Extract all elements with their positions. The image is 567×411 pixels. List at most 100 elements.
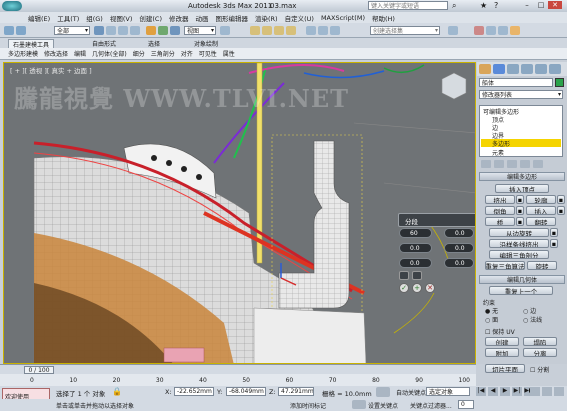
repeat-last-button[interactable]: 重复上一个 (489, 286, 553, 295)
play-icon[interactable]: ▶ (500, 387, 510, 396)
ribbon-item[interactable]: 细分 (133, 49, 145, 58)
preserve-uv-checkbox[interactable]: ☐ 保持 UV (485, 327, 515, 336)
mirror-icon[interactable] (306, 26, 316, 35)
ribbon-item[interactable]: 多边形建模 (8, 49, 38, 58)
modifier-list-dropdown[interactable]: 修改器列表 ▾ (479, 90, 563, 99)
scale-icon[interactable] (170, 26, 180, 35)
create-tab-icon[interactable] (479, 64, 491, 74)
curve-editor-icon[interactable] (448, 26, 458, 35)
key-icon[interactable] (352, 400, 366, 409)
pivot-icon[interactable] (220, 26, 230, 35)
menu-item[interactable]: 视图(V) (110, 13, 133, 23)
menu-item[interactable]: MAXScript(M) (321, 14, 365, 22)
info-icon[interactable]: ? (494, 1, 498, 10)
stack-item-polygon-selected[interactable]: 多边形 (481, 139, 561, 148)
motion-tab-icon[interactable] (521, 64, 533, 74)
time-slider-thumb[interactable]: 0 / 100 (24, 366, 54, 374)
close-icon[interactable]: ✕ (548, 1, 562, 9)
undo-icon[interactable] (4, 26, 14, 35)
constraint-face-radio[interactable]: ○ 面 (485, 315, 498, 324)
caddy-field[interactable]: 0.0 (399, 243, 432, 253)
menu-item[interactable]: 自定义(U) (285, 13, 314, 23)
help-icon[interactable]: ★ (480, 1, 487, 10)
menu-item[interactable]: 创建(C) (139, 13, 162, 23)
key-mode-icon[interactable] (376, 387, 390, 397)
make-unique-icon[interactable] (507, 160, 517, 168)
caddy-apply-icon[interactable]: + (412, 283, 422, 293)
snap-icon[interactable] (250, 26, 260, 35)
ribbon-item[interactable]: 三角剖分 (151, 49, 175, 58)
turn-button[interactable]: 旋转 (527, 261, 557, 270)
hinge-settings-icon[interactable]: ▪ (550, 228, 558, 237)
menu-item[interactable]: 帮助(H) (372, 13, 395, 23)
prev-frame-icon[interactable]: ◀ (488, 387, 498, 396)
ribbon-item[interactable]: 属性 (223, 49, 235, 58)
caddy-field[interactable]: 0.0 (444, 258, 474, 268)
ribbon-item[interactable]: 可见性 (199, 49, 217, 58)
edit-triangulation-button[interactable]: 编辑三角剖分 (489, 250, 549, 259)
create-button[interactable]: 创建 (485, 337, 519, 346)
insert-vertex-button[interactable]: 插入顶点 (495, 184, 549, 193)
redo-icon[interactable] (16, 26, 26, 35)
inset-settings-icon[interactable]: ▪ (557, 206, 565, 215)
render-icon[interactable] (510, 26, 520, 35)
rotate-icon[interactable] (158, 26, 168, 35)
rollout-edit-geometry[interactable]: 编辑几何体 (479, 275, 565, 284)
configure-sets-icon[interactable] (533, 160, 543, 168)
menu-item[interactable]: 编辑(E) (28, 13, 50, 23)
percent-snap-icon[interactable] (274, 26, 284, 35)
caddy-field[interactable]: 0.0 (444, 228, 474, 238)
reference-coord-dropdown[interactable]: 视图 ▾ (184, 26, 216, 35)
caddy-ok-icon[interactable]: ✓ (399, 283, 409, 293)
menu-item[interactable]: 工具(T) (57, 13, 79, 23)
flip-button[interactable]: 翻转 (526, 217, 556, 226)
extrude-settings-icon[interactable]: ▪ (516, 195, 524, 204)
next-frame-icon[interactable]: ▶| (512, 387, 522, 396)
retriangulate-button[interactable]: 重复三角算法 (485, 261, 525, 270)
track-bar[interactable]: 0 10 20 30 40 50 60 70 80 90 100 (0, 374, 476, 386)
caddy-cancel-icon[interactable]: ✕ (425, 283, 435, 293)
menu-item[interactable]: 组(G) (86, 13, 103, 23)
minimize-icon[interactable]: – (520, 1, 534, 9)
bevel-button[interactable]: 倒角 (485, 206, 515, 215)
y-coordinate-field[interactable]: -68.049mm (226, 387, 266, 396)
zoom-icon[interactable] (530, 387, 540, 396)
attach-button[interactable]: 附加 (485, 348, 519, 357)
caddy-field[interactable]: 0.0 (399, 258, 432, 268)
menu-item[interactable]: 渲染(R) (255, 13, 278, 23)
split-checkbox[interactable]: ☐ 分割 (530, 365, 549, 374)
caddy-option-icon[interactable] (399, 271, 409, 280)
detach-button[interactable]: 分离 (523, 348, 557, 357)
menu-item[interactable]: 动画 (196, 13, 209, 23)
key-filter-button[interactable]: 关键点过滤器... (410, 401, 452, 410)
align-icon[interactable] (318, 26, 328, 35)
extrude-along-spline-button[interactable]: 沿样条线挤出 (489, 239, 549, 248)
object-name-field[interactable]: 船体 (479, 78, 553, 87)
bridge-settings-icon[interactable]: ▪ (516, 217, 524, 226)
search-input[interactable]: 键入关键字或短语 (368, 1, 448, 10)
show-end-result-icon[interactable] (494, 160, 504, 168)
caddy-field[interactable]: 0.0 (444, 243, 474, 253)
constraint-edge-radio[interactable]: ○ 边 (523, 306, 536, 315)
slice-plane-button[interactable]: 切片平面 (485, 364, 525, 373)
selected-object-dropdown[interactable]: 选定对象 (426, 387, 470, 396)
outline-button[interactable]: 轮廓 (526, 195, 556, 204)
outline-settings-icon[interactable]: ▪ (557, 195, 565, 204)
collapse-button[interactable]: 塌陷 (523, 337, 557, 346)
display-tab-icon[interactable] (535, 64, 547, 74)
extrude-along-spline-settings-icon[interactable]: ▪ (550, 239, 558, 248)
select-object-icon[interactable] (94, 26, 104, 35)
current-frame-field[interactable]: 0 (458, 400, 474, 409)
maximize-icon[interactable]: □ (534, 1, 548, 9)
goto-start-icon[interactable]: |◀ (476, 387, 486, 396)
inset-button[interactable]: 插入 (526, 206, 556, 215)
z-coordinate-field[interactable]: 47.291mm (278, 387, 314, 396)
object-color-swatch[interactable] (555, 78, 564, 87)
move-icon[interactable] (146, 26, 156, 35)
hinge-from-edge-button[interactable]: 从边旋转 (489, 228, 549, 237)
orbit-icon[interactable] (554, 387, 564, 396)
lock-icon[interactable]: 🔒 (112, 387, 122, 396)
remove-modifier-icon[interactable] (520, 160, 530, 168)
select-by-name-icon[interactable] (106, 26, 116, 35)
modify-tab-icon[interactable] (493, 64, 505, 74)
